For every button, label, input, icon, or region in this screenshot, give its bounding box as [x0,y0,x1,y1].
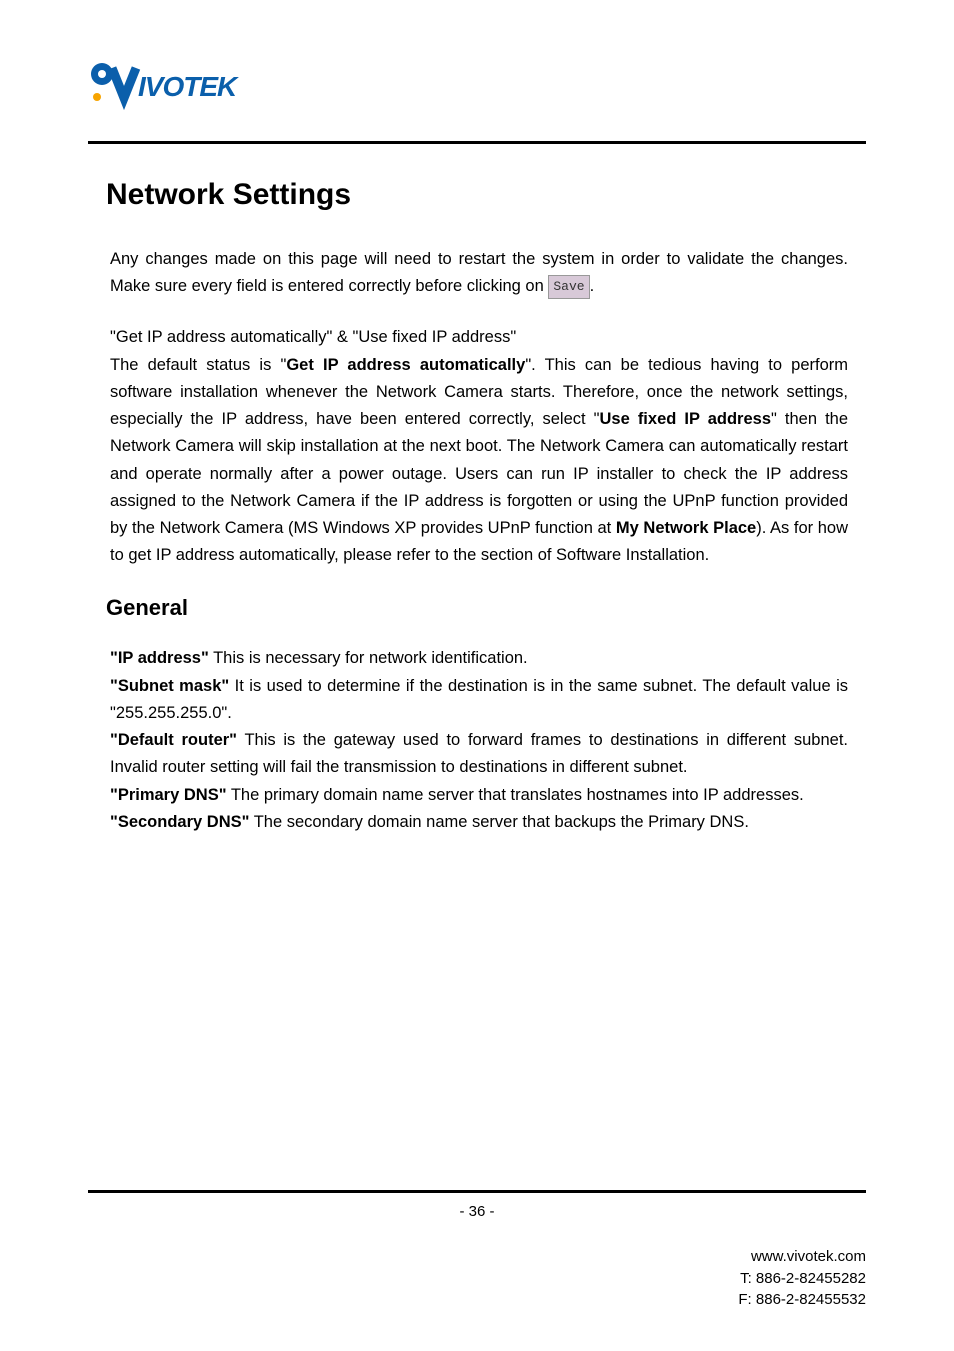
secondary-dns-label: "Secondary DNS" [110,813,249,831]
secondary-dns-text: The secondary domain name server that ba… [249,813,749,831]
vivotek-logo-icon: IVOTEK [88,60,288,110]
intro-paragraph: Any changes made on this page will need … [110,246,848,300]
footer-divider [88,1190,866,1193]
getip-heading-line: "Get IP address automatically" & "Use fi… [110,324,848,351]
my-network-place-label: My Network Place [616,519,756,537]
get-ip-section: "Get IP address automatically" & "Use fi… [110,324,848,569]
footer-contact: www.vivotek.com T: 886-2-82455282 F: 886… [88,1246,866,1311]
definitions-list: "IP address" This is necessary for netwo… [110,645,848,836]
primary-dns-label: "Primary DNS" [110,786,227,804]
footer-fax: F: 886-2-82455532 [88,1289,866,1311]
general-heading: General [106,595,866,621]
getip-text-c: " then the Network Camera will skip inst… [110,410,848,537]
save-button[interactable]: Save [548,275,589,298]
intro-text-a: Any changes made on this page will need … [110,250,848,295]
svg-text:IVOTEK: IVOTEK [138,71,239,102]
header-divider [88,141,866,144]
logo: IVOTEK [88,60,866,115]
get-ip-auto-label: Get IP address automatically [286,356,525,374]
default-router-label: "Default router" [110,731,237,749]
footer-url: www.vivotek.com [88,1246,866,1268]
page-number: - 36 - [88,1203,866,1220]
getip-description: The default status is "Get IP address au… [110,352,848,570]
ip-address-label: "IP address" [110,649,209,667]
page-footer: - 36 - www.vivotek.com T: 886-2-82455282… [88,1190,866,1311]
subnet-mask-label: "Subnet mask" [110,677,229,695]
intro-text-b: . [590,277,595,295]
ip-address-text: This is necessary for network identifica… [209,649,528,667]
use-fixed-ip-label: Use fixed IP address [600,410,772,428]
page-title: Network Settings [106,178,866,212]
getip-text-a: The default status is " [110,356,286,374]
primary-dns-text: The primary domain name server that tran… [227,786,804,804]
footer-tel: T: 886-2-82455282 [88,1268,866,1290]
